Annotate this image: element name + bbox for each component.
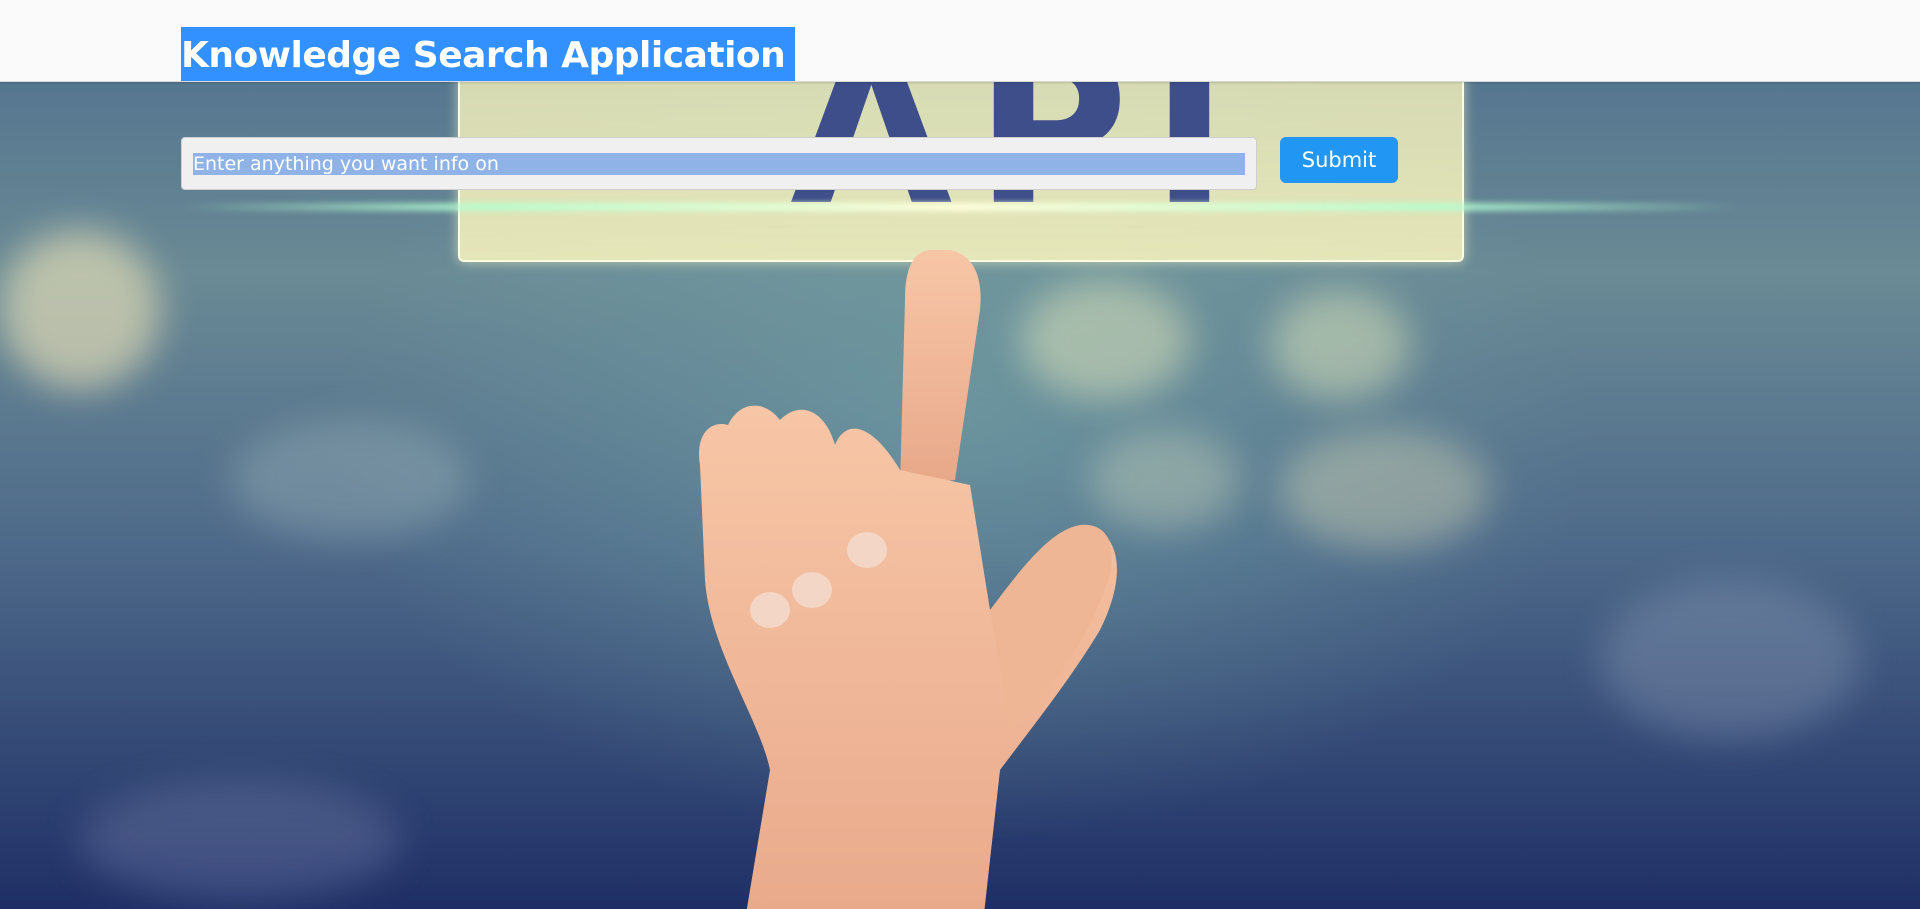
bokeh-light [1600,580,1860,740]
page: API Knowledge Search Application [0,0,1920,909]
bokeh-light [1280,430,1490,550]
app-title: Knowledge Search Application [181,27,796,81]
pointing-hand-icon [699,250,1117,909]
bokeh-light [1270,290,1410,400]
search-input[interactable] [181,137,1257,190]
bokeh-light [0,230,160,390]
bokeh-light [230,420,470,540]
header-bar: Knowledge Search Application [0,0,1920,82]
submit-button[interactable]: Submit [1280,137,1398,183]
glow-line [180,203,1740,211]
bokeh-light [80,780,400,900]
